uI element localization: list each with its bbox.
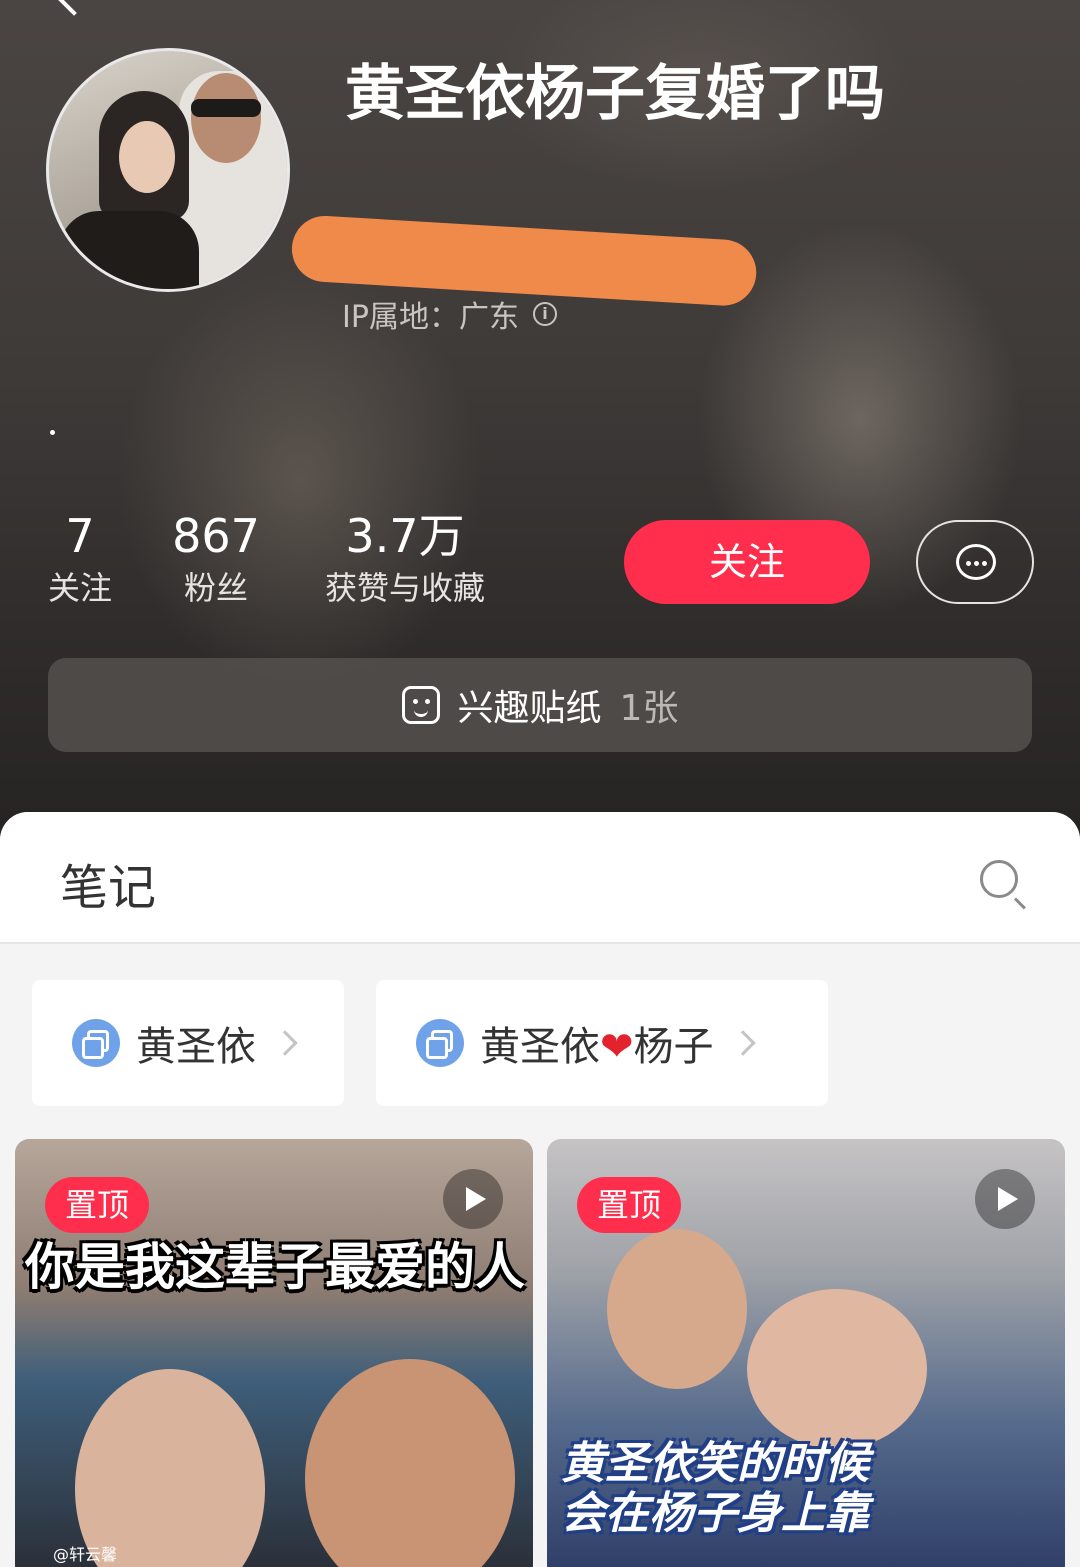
avatar-face-woman (119, 121, 175, 193)
chevron-right-icon (729, 1030, 756, 1056)
card-image-face-man (305, 1359, 515, 1567)
stat-likes-label: 获赞与收藏 (324, 569, 485, 607)
card-caption-line-2: 会在杨子身上靠 (561, 1488, 869, 1539)
sticker-count: 1张 (619, 688, 679, 729)
bio-dot (50, 430, 55, 435)
stat-following-label: 关注 (47, 569, 112, 607)
avatar-body (59, 211, 199, 289)
stat-following-count: 7 (65, 509, 95, 563)
card-image-face-man (607, 1229, 747, 1389)
stat-following[interactable]: 7 关注 (40, 508, 120, 612)
chevron-right-icon (272, 1030, 298, 1056)
ip-location: IP属地：广东 i (342, 292, 557, 336)
info-icon[interactable]: i (532, 302, 557, 326)
sticker-label: 兴趣贴纸 (457, 688, 602, 729)
profile-header: 黄圣依杨子复婚了吗 小 IP属地：广东 i 7 关注 867 粉丝 3.7万 获… (0, 0, 1080, 840)
heart-icon: ❤ (600, 1024, 634, 1070)
collection-chip-2[interactable]: 黄圣依❤杨子 (376, 980, 828, 1106)
card-caption-line-1: 黄圣依笑的时候 (561, 1438, 869, 1489)
collection-label-part2: 杨子 (633, 1024, 714, 1070)
card-caption: 黄圣依笑的时候 会在杨子身上靠 (561, 1439, 1061, 1539)
collection-label-part1: 黄圣依 (480, 1024, 600, 1070)
collection-chip-1[interactable]: 黄圣依 (32, 980, 344, 1106)
stat-likes-count: 3.7万 (345, 509, 465, 563)
pinned-badge: 置顶 (577, 1177, 682, 1233)
stat-fans-label: 粉丝 (183, 569, 248, 607)
tab-notes[interactable]: 笔记 (60, 848, 156, 918)
back-arrow-icon[interactable] (54, 0, 94, 16)
card-caption: 你是我这辈子最爱的人 (25, 1238, 525, 1296)
play-icon (975, 1169, 1035, 1229)
stat-likes[interactable]: 3.7万 获赞与收藏 (310, 508, 500, 612)
collection-icon (72, 1019, 120, 1067)
play-icon (443, 1169, 503, 1229)
avatar[interactable] (46, 48, 290, 292)
chat-bubble-icon (956, 544, 996, 580)
follow-button[interactable]: 关注 (624, 520, 870, 604)
avatar-face-man (191, 73, 261, 163)
note-card-2[interactable]: 置顶 黄圣依笑的时候 会在杨子身上靠 (547, 1139, 1065, 1567)
stat-fans[interactable]: 867 粉丝 (166, 508, 266, 612)
message-button[interactable] (916, 520, 1034, 604)
collection-icon (416, 1019, 464, 1067)
card-image-face-woman (75, 1369, 265, 1567)
search-icon[interactable] (980, 860, 1018, 898)
collection-label: 黄圣依❤杨子 (480, 1014, 714, 1072)
card-watermark: @轩云馨 (53, 1545, 118, 1564)
interest-sticker-bar[interactable]: 兴趣贴纸 1张 (48, 658, 1032, 752)
stat-fans-count: 867 (172, 509, 260, 563)
avatar-sunglasses (191, 99, 261, 117)
note-card-1[interactable]: 置顶 你是我这辈子最爱的人 @轩云馨 (15, 1139, 533, 1567)
ip-location-label: IP属地：广东 (342, 300, 519, 335)
notes-panel: 笔记 黄圣依 黄圣依❤杨子 置顶 你是我这辈子最爱的人 @轩云馨 置顶 黄圣依笑… (0, 812, 1080, 1567)
notes-header: 笔记 (0, 812, 1080, 944)
card-image-face-woman (747, 1289, 927, 1449)
collection-label: 黄圣依 (136, 1024, 256, 1070)
profile-title: 黄圣依杨子复婚了吗 (345, 59, 885, 129)
pinned-badge: 置顶 (45, 1177, 150, 1233)
sticker-face-icon (401, 686, 440, 724)
